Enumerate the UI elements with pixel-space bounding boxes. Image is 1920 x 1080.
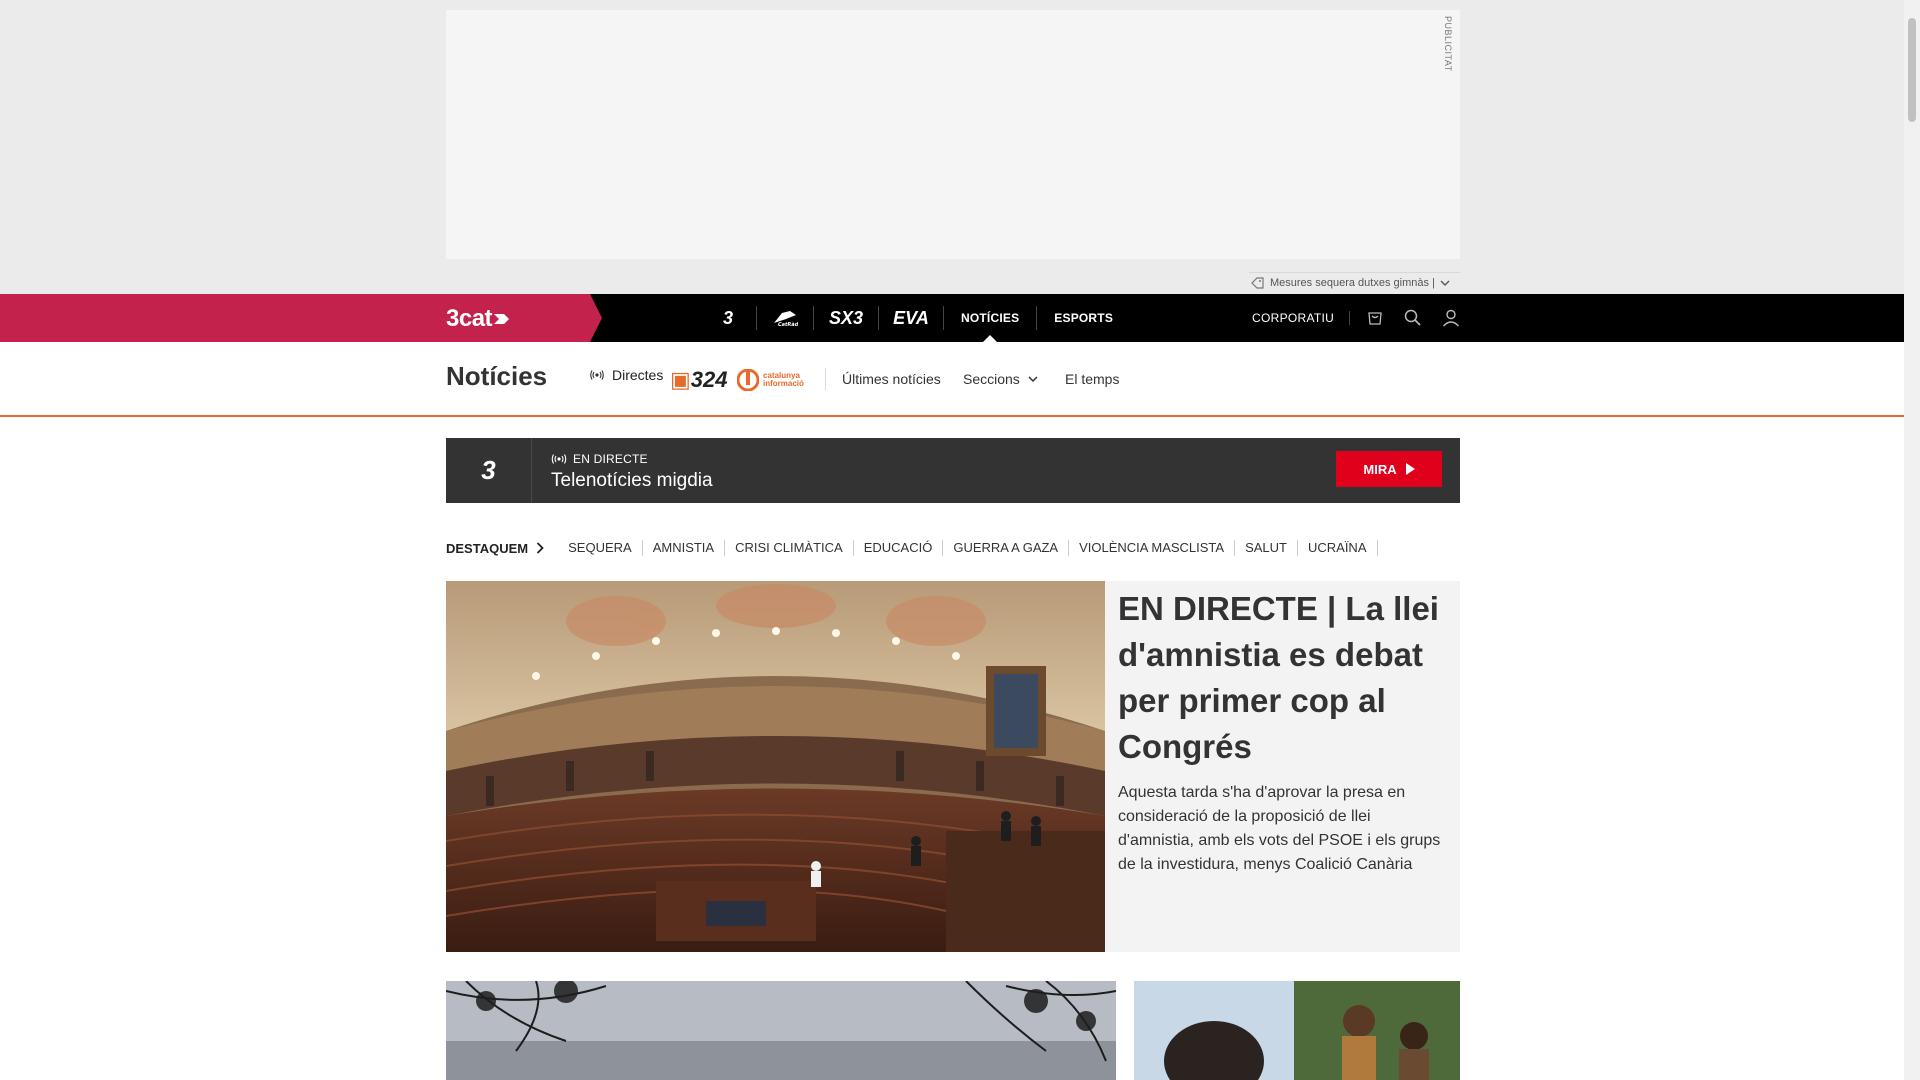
scrollbar-thumb[interactable]	[1908, 18, 1916, 122]
ad-slot[interactable]	[446, 10, 1460, 259]
search-icon[interactable]	[1394, 294, 1432, 342]
right-nav: CORPORATIU	[1252, 294, 1470, 342]
324-logo-mark: ▣	[670, 367, 691, 392]
324-logo[interactable]: ▣324	[670, 367, 728, 393]
ad-area: PUBLICITAT Mesures sequera dutxes gimnàs…	[0, 0, 1904, 294]
corporatiu-link[interactable]: CORPORATIU	[1252, 311, 1351, 325]
svg-text:CatRàdio: CatRàdio	[778, 321, 798, 327]
destaquem-label: DESTAQUEM	[446, 541, 558, 556]
broadcast-icon	[590, 370, 604, 380]
play-arrow-icon	[494, 314, 510, 324]
featured-image[interactable]	[446, 581, 1105, 952]
section-header: Notícies Directes ▣324 catalunya informa…	[0, 342, 1904, 417]
page-title[interactable]: Notícies	[446, 361, 547, 392]
divider	[825, 368, 826, 390]
page-scrollbar[interactable]	[1904, 0, 1920, 1080]
top-navigation: 3cat 3 CatRàdio SX3 EVA NOTÍCIES ESPORTS…	[0, 294, 1904, 342]
mira-label: MIRA	[1363, 461, 1397, 477]
tv3-live-logo: 3	[446, 438, 532, 503]
ci-mark-icon	[737, 369, 759, 391]
featured-tags: DESTAQUEM SEQUERA AMNISTIA CRISI CLIMÀTI…	[446, 540, 1378, 556]
catalunya-informacio-logo[interactable]: catalunya informació	[737, 369, 804, 391]
tag-educacio[interactable]: EDUCACIÓ	[854, 540, 944, 556]
featured-summary: Aquesta tarda s'ha d'aprovar la presa en…	[1118, 784, 1441, 873]
chevron-right-icon	[536, 542, 544, 554]
nav-noticies[interactable]: NOTÍCIES	[944, 294, 1036, 342]
3cat-logo[interactable]: 3cat	[446, 305, 510, 333]
directes-label: Directes	[612, 367, 664, 383]
story-thumbnail[interactable]	[1134, 981, 1460, 1080]
brand-band	[0, 294, 602, 342]
nav-esports[interactable]: ESPORTS	[1037, 294, 1130, 342]
tag-salut[interactable]: SALUT	[1235, 540, 1298, 556]
live-tag-text: EN DIRECTE	[573, 452, 648, 466]
nav-noticies-label: NOTÍCIES	[961, 311, 1020, 325]
seccions-dropdown[interactable]: Seccions	[963, 371, 1038, 387]
sx3-icon: SX3	[828, 307, 864, 328]
tv3-icon: 3	[722, 307, 733, 328]
live-banner[interactable]: 3 EN DIRECTE Telenotícies migdia MIRA	[446, 438, 1460, 503]
tag-icon	[1251, 276, 1264, 289]
el-temps-label: El temps	[1065, 371, 1120, 387]
catradio-channel-link[interactable]: CatRàdio	[757, 294, 813, 342]
ad-notice-bar[interactable]: Mesures sequera dutxes gimnàs |	[1249, 272, 1460, 292]
tag-amnistia[interactable]: AMNISTIA	[643, 540, 726, 556]
play-icon	[1405, 463, 1415, 475]
ultimes-noticies-label: Últimes notícies	[842, 371, 941, 387]
tag-ucraina[interactable]: UCRAÏNA	[1298, 540, 1378, 556]
sx3-channel-link[interactable]: SX3	[814, 294, 878, 342]
ci-line2: informació	[763, 379, 804, 388]
nav-esports-label: ESPORTS	[1054, 311, 1114, 325]
shop-icon[interactable]	[1356, 294, 1394, 342]
tv3-live-icon: 3	[481, 455, 496, 485]
eva-icon: EVA	[893, 307, 929, 328]
live-indicator: EN DIRECTE	[551, 452, 648, 466]
tag-violencia-masclista[interactable]: VIOLÈNCIA MASCLISTA	[1069, 540, 1236, 556]
directes-link[interactable]: Directes	[590, 367, 663, 383]
eva-channel-link[interactable]: EVA	[879, 294, 943, 342]
tag-sequera[interactable]: SEQUERA	[558, 540, 643, 556]
seccions-label: Seccions	[963, 371, 1020, 387]
broadcast-icon	[551, 454, 567, 464]
ad-notice-text: Mesures sequera dutxes gimnàs |	[1270, 276, 1435, 289]
tv3-channel-link[interactable]: 3	[700, 294, 756, 342]
chevron-down-icon[interactable]	[1440, 279, 1450, 287]
ultimes-noticies-link[interactable]: Últimes notícies	[842, 371, 941, 387]
brand-text: 3cat	[446, 305, 493, 332]
324-logo-text: 324	[690, 367, 728, 392]
live-program-title[interactable]: Telenotícies migdia	[551, 470, 713, 492]
chevron-down-icon	[1028, 376, 1038, 383]
tag-guerra-gaza[interactable]: GUERRA A GAZA	[943, 540, 1070, 556]
tag-crisi-climatica[interactable]: CRISI CLIMÀTICA	[725, 540, 854, 556]
mira-button[interactable]: MIRA	[1336, 451, 1442, 487]
user-icon[interactable]	[1432, 294, 1470, 342]
story-thumbnail[interactable]	[446, 981, 1116, 1080]
featured-story[interactable]: EN DIRECTE | La llei d'amnistia es debat…	[1105, 581, 1460, 952]
catradio-icon: CatRàdio	[774, 311, 798, 327]
featured-title[interactable]: EN DIRECTE | La llei d'amnistia es debat…	[1118, 586, 1447, 770]
ad-label: PUBLICITAT	[1443, 16, 1453, 72]
el-temps-link[interactable]: El temps	[1065, 371, 1119, 387]
channel-nav: 3 CatRàdio SX3 EVA NOTÍCIES ESPORTS	[700, 294, 1130, 342]
destaquem-text: DESTAQUEM	[446, 540, 529, 556]
